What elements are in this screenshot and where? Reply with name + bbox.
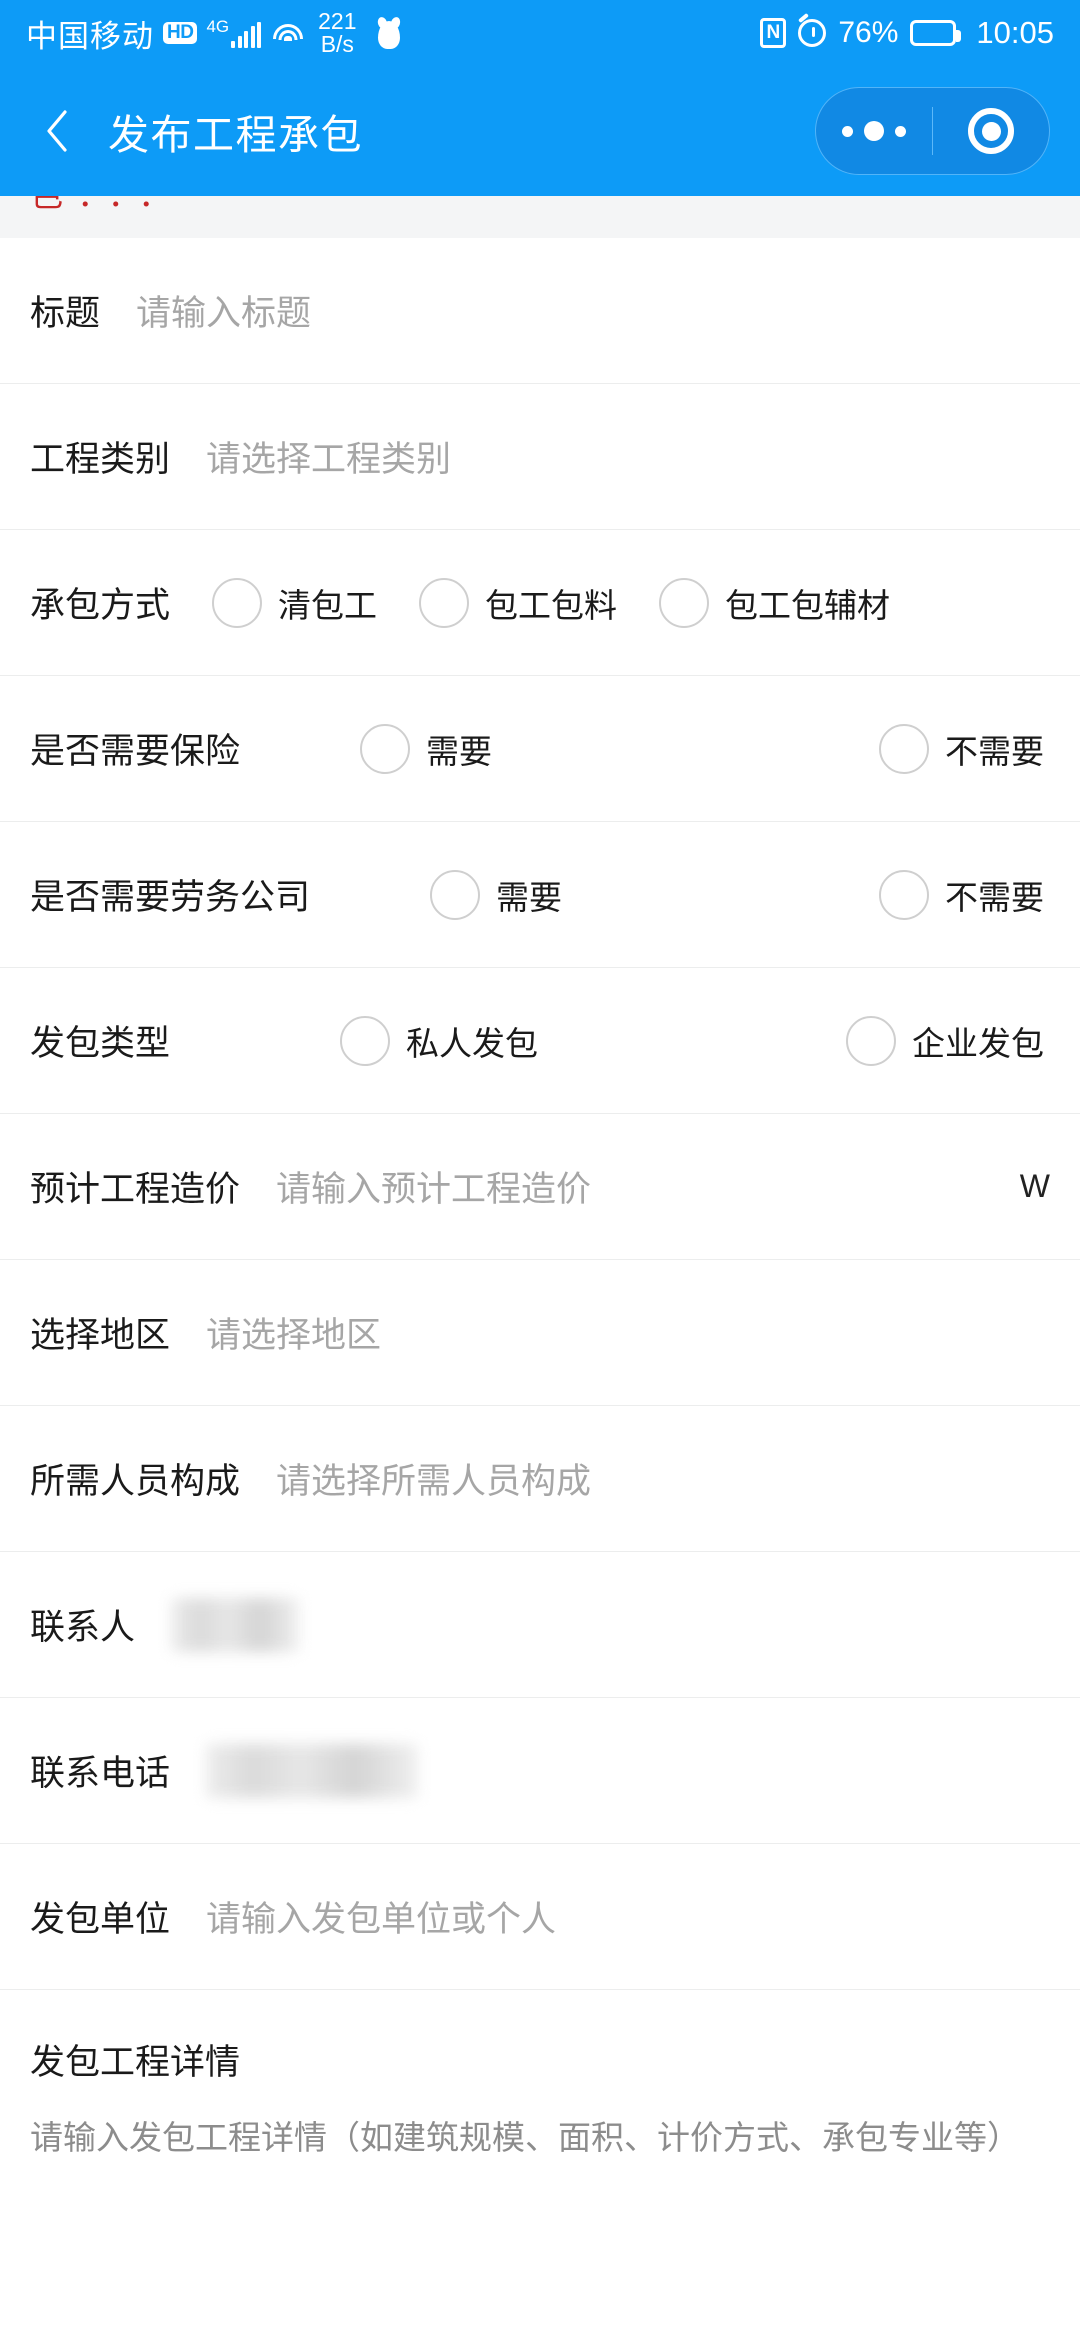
network-speed-value: 221 (318, 7, 357, 34)
form-row-estimated-cost[interactable]: 预计工程造价 请输入预计工程造价 W (0, 1114, 1080, 1260)
form-row-contact-person[interactable]: 联系人 (0, 1552, 1080, 1698)
qq-penguin-icon (375, 15, 402, 49)
form-row-need-labor-company[interactable]: 是否需要劳务公司 需要 不需要 (0, 822, 1080, 968)
radio-option-baogongbaofucai[interactable]: 包工包辅材 (659, 577, 891, 628)
form-row-issuing-org[interactable]: 发包单位 请输入发包单位或个人 (0, 1844, 1080, 1990)
status-bar-right: 76% 10:05 (760, 15, 1054, 51)
contract-mode-options: 清包工 包工包料 包工包辅材 (212, 577, 1050, 628)
form-row-project-category[interactable]: 工程类别 请选择工程类别 (0, 384, 1080, 530)
radio-option-private[interactable]: 私人发包 (340, 1015, 539, 1066)
form-row-issuer-type[interactable]: 发包类型 私人发包 企业发包 (0, 968, 1080, 1114)
form-row-contract-mode[interactable]: 承包方式 清包工 包工包料 包工包辅材 (0, 530, 1080, 676)
project-detail-body[interactable]: 请输入发包工程详情（如建筑规模、面积、计价方式、承包专业等） (0, 2085, 1080, 2203)
staff-composition-select[interactable]: 请选择所需人员构成 (276, 1453, 591, 1504)
radio-option-enterprise[interactable]: 企业发包 (846, 1015, 1044, 1066)
form-scroll-area[interactable]: 色：：： 标题 请输入标题 工程类别 请选择工程类别 承包方式 清包工 包工包料 (0, 196, 1080, 2340)
form-row-title[interactable]: 标题 请输入标题 (0, 238, 1080, 384)
issuing-org-input[interactable]: 请输入发包单位或个人 (206, 1891, 556, 1942)
more-dots-icon[interactable] (816, 121, 932, 141)
form-row-need-insurance[interactable]: 是否需要保险 需要 不需要 (0, 676, 1080, 822)
contact-phone-input-redacted[interactable] (206, 1743, 419, 1798)
form-row-region[interactable]: 选择地区 请选择地区 (0, 1260, 1080, 1406)
signal-bars-icon (231, 22, 262, 48)
back-chevron-icon[interactable] (30, 104, 84, 158)
radio-option-qingbaogong[interactable]: 清包工 (212, 577, 378, 628)
radio-option-insurance-no[interactable]: 不需要 (879, 723, 1044, 774)
estimated-cost-input[interactable]: 请输入预计工程造价 (276, 1161, 591, 1212)
wifi-icon (273, 21, 304, 46)
radio-option-insurance-yes[interactable]: 需要 (360, 723, 493, 774)
phone-screen: 中国移动 HD 4G 221 B/s 76% 10:05 (0, 0, 1080, 2340)
radio-label: 包工包料 (485, 586, 618, 624)
title-input[interactable]: 请输入标题 (136, 285, 311, 336)
cost-unit-label: W (1019, 1168, 1050, 1204)
radio-label: 不需要 (945, 732, 1044, 770)
radio-circle-icon[interactable] (212, 577, 263, 628)
issuer-type-options: 私人发包 企业发包 (340, 1015, 1050, 1066)
field-label: 标题 (30, 294, 101, 333)
radio-label: 私人发包 (406, 1024, 539, 1062)
notice-banner: 色：：： (0, 196, 1080, 238)
radio-label: 包工包辅材 (725, 586, 891, 624)
radio-option-baogongbaoliao[interactable]: 包工包料 (419, 577, 618, 628)
radio-label: 不需要 (945, 878, 1044, 916)
alarm-clock-icon (798, 19, 827, 47)
battery-percent-label: 76% (838, 16, 899, 49)
field-label: 联系人 (30, 1608, 136, 1647)
field-label: 所需人员构成 (30, 1462, 241, 1501)
field-label: 发包单位 (30, 1900, 171, 1939)
radio-circle-icon[interactable] (340, 1015, 391, 1066)
contact-person-input-redacted[interactable] (171, 1597, 300, 1652)
mini-program-target-icon[interactable] (933, 108, 1049, 154)
form-bottom-spacer (0, 2202, 1080, 2340)
clock-label: 10:05 (976, 15, 1054, 50)
status-bar: 中国移动 HD 4G 221 B/s 76% 10:05 (0, 0, 1080, 66)
radio-label: 需要 (426, 732, 493, 770)
nfc-icon (760, 18, 787, 48)
carrier-label: 中国移动 (26, 18, 154, 54)
radio-circle-icon[interactable] (659, 577, 710, 628)
field-label: 承包方式 (30, 586, 171, 625)
radio-label: 清包工 (278, 586, 378, 624)
field-label: 工程类别 (30, 440, 171, 479)
field-label: 选择地区 (30, 1316, 171, 1355)
radio-circle-icon[interactable] (879, 869, 929, 920)
radio-circle-icon[interactable] (846, 1015, 896, 1066)
radio-circle-icon[interactable] (879, 723, 929, 774)
project-detail-label: 发包工程详情 (30, 2043, 241, 2082)
radio-label: 企业发包 (912, 1024, 1044, 1062)
page-title: 发布工程承包 (108, 112, 363, 158)
form-row-staff-composition[interactable]: 所需人员构成 请选择所需人员构成 (0, 1406, 1080, 1552)
field-label: 是否需要保险 (30, 732, 241, 771)
status-bar-left: 中国移动 HD 4G 221 B/s (26, 7, 402, 57)
radio-option-labor-no[interactable]: 不需要 (879, 869, 1044, 920)
project-detail-textarea[interactable]: 请输入发包工程详情（如建筑规模、面积、计价方式、承包专业等） (30, 2113, 1050, 2163)
network-speed-unit: B/s (320, 31, 354, 57)
form-row-contact-phone[interactable]: 联系电话 (0, 1698, 1080, 1844)
field-label: 发包类型 (30, 1024, 171, 1063)
radio-option-labor-yes[interactable]: 需要 (430, 869, 563, 920)
field-label: 预计工程造价 (30, 1170, 241, 1209)
project-detail-header: 发包工程详情 (0, 1990, 1080, 2085)
nav-bar: 发布工程承包 (0, 66, 1080, 196)
radio-label: 需要 (496, 878, 563, 916)
network-speed: 221 B/s (318, 7, 357, 57)
project-category-select[interactable]: 请选择工程类别 (206, 431, 451, 482)
signal-group: 4G (206, 17, 262, 48)
back-chevron-glyph (47, 110, 67, 152)
radio-circle-icon[interactable] (430, 869, 481, 920)
notice-text: 色：：： (30, 196, 185, 216)
radio-circle-icon[interactable] (419, 577, 470, 628)
hd-badge-icon: HD (163, 22, 198, 44)
region-select[interactable]: 请选择地区 (206, 1307, 381, 1358)
radio-circle-icon[interactable] (360, 723, 411, 774)
network-gen-label: 4G (206, 17, 230, 36)
need-labor-company-options: 需要 不需要 (430, 869, 1050, 920)
field-label: 联系电话 (30, 1754, 171, 1793)
need-insurance-options: 需要 不需要 (360, 723, 1050, 774)
miniprogram-capsule[interactable] (815, 87, 1050, 175)
battery-icon (910, 20, 962, 46)
field-label: 是否需要劳务公司 (30, 878, 311, 917)
